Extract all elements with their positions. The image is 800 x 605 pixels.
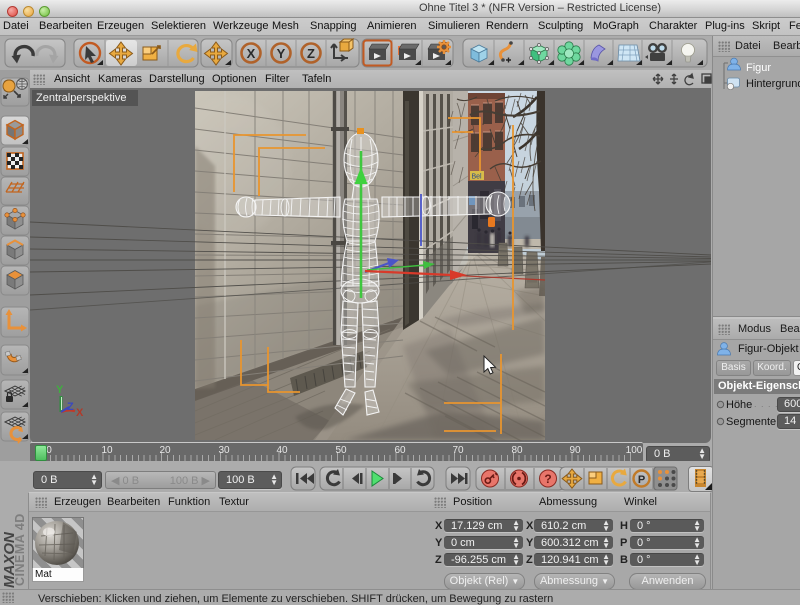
svg-text:Y: Y xyxy=(277,46,286,61)
svg-text:Bel: Bel xyxy=(472,174,483,181)
svg-text:?: ? xyxy=(544,472,551,486)
svg-text:P: P xyxy=(638,474,645,486)
svg-text:X: X xyxy=(247,46,256,61)
svg-text:Z: Z xyxy=(307,46,315,61)
svg-text:Y: Y xyxy=(56,384,64,396)
svg-text:X: X xyxy=(76,407,84,419)
svg-text:Z: Z xyxy=(67,401,74,413)
